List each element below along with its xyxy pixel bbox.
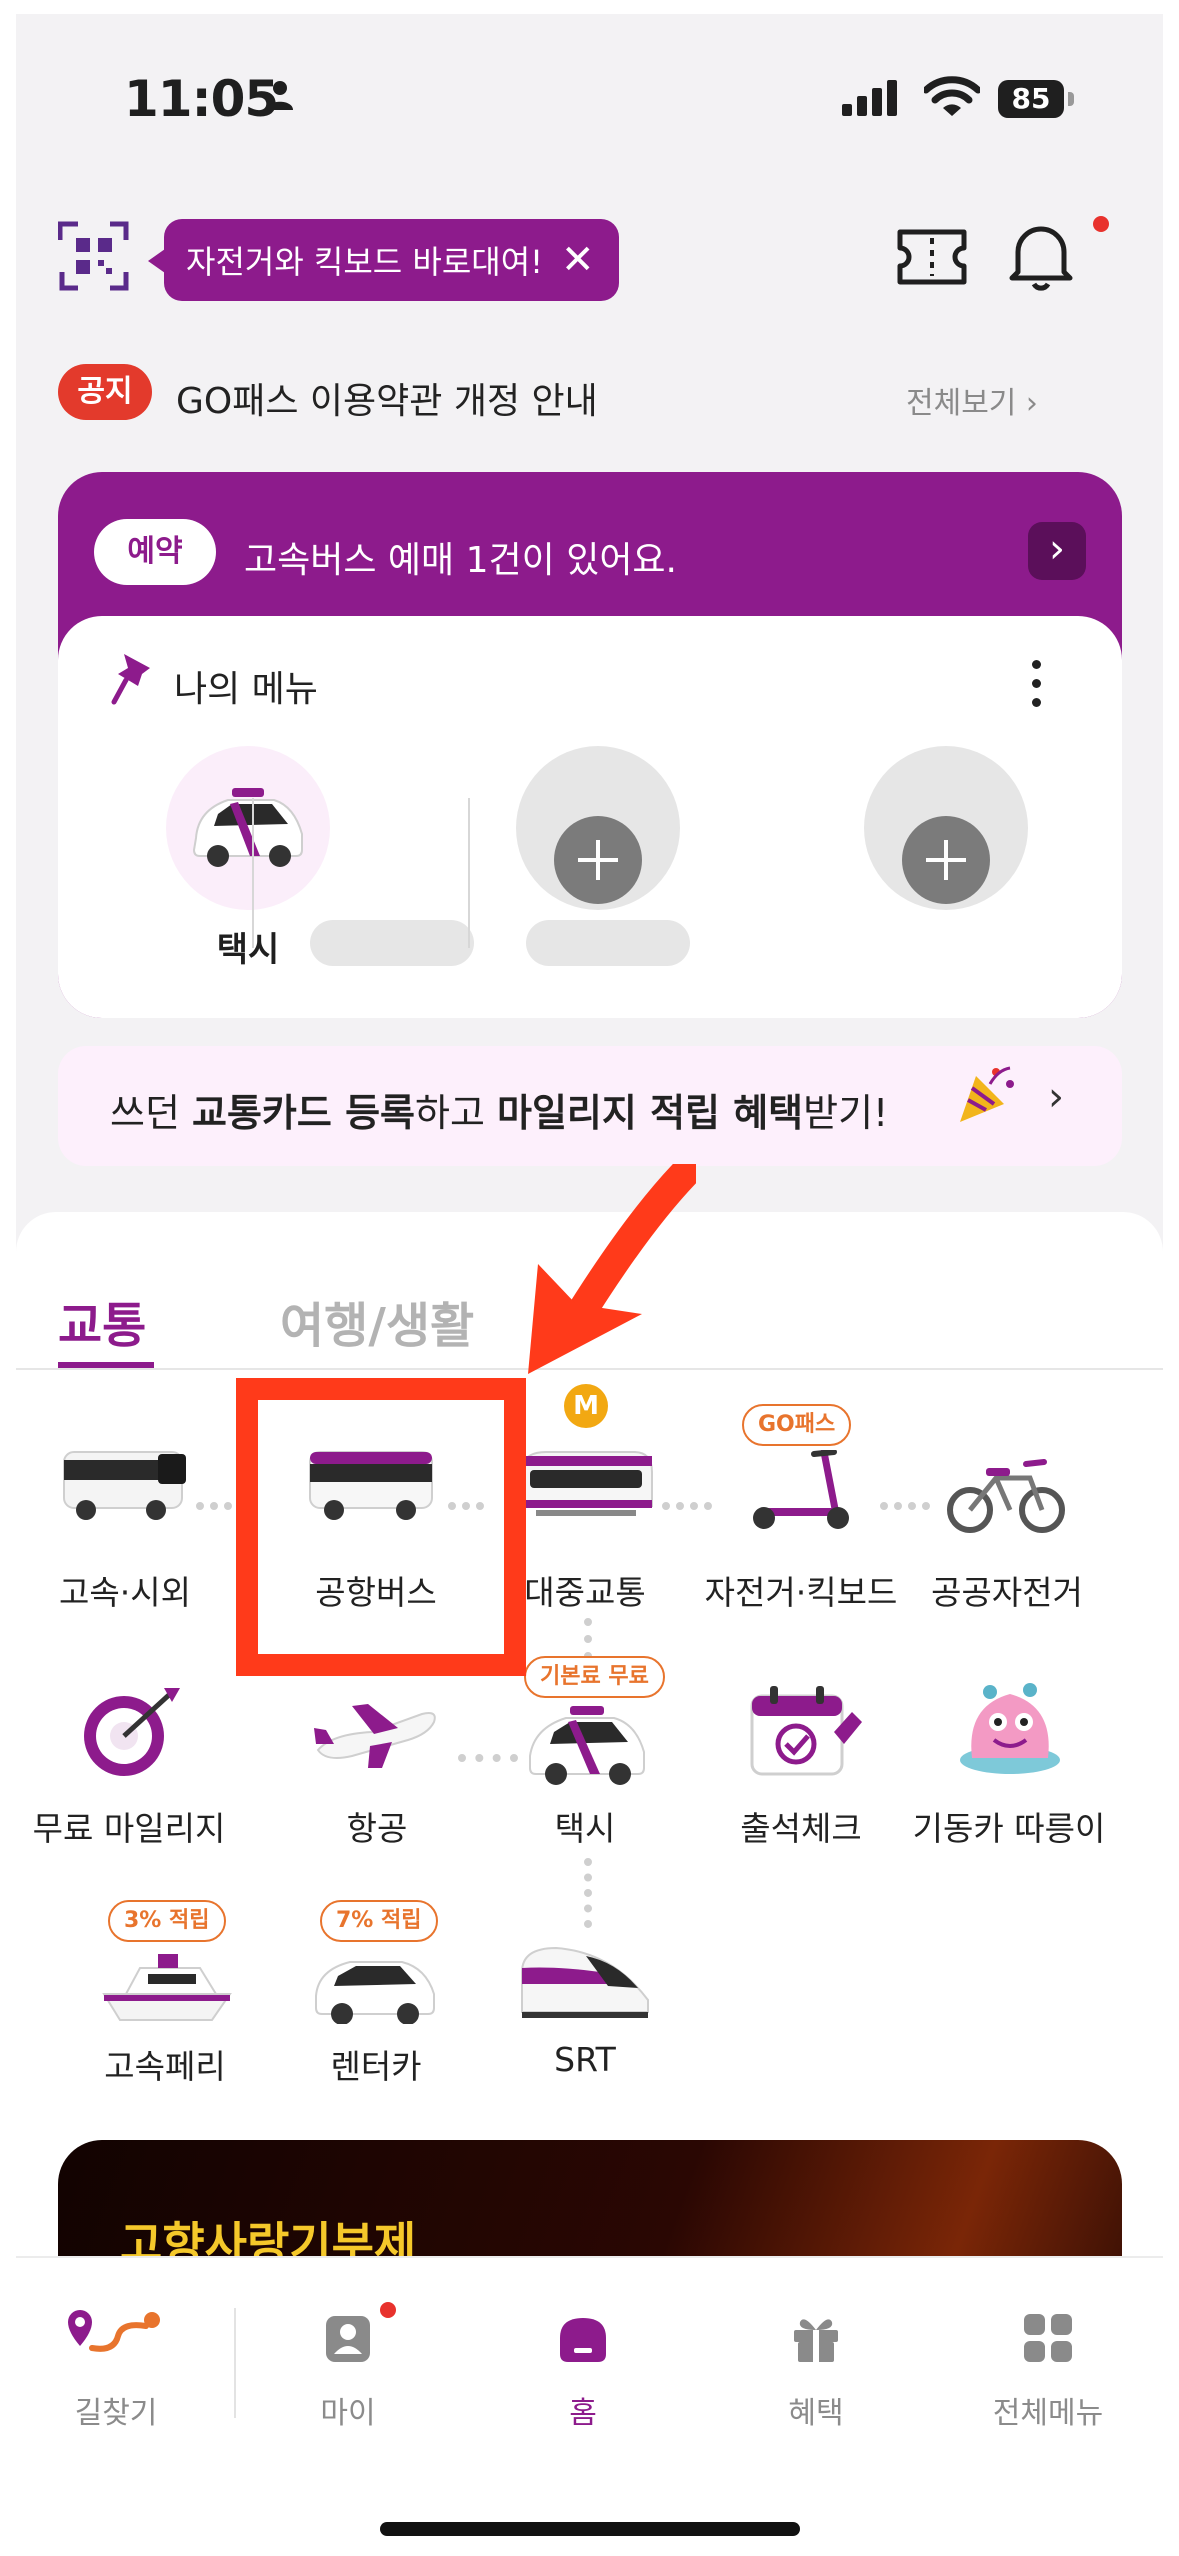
attendance-check-label: 출석체크 (740, 1809, 862, 1848)
party-popper-icon (960, 1066, 1014, 1122)
srt-button[interactable] (516, 1942, 656, 2030)
traffic-card-banner-arrow[interactable]: › (1048, 1074, 1064, 1120)
traffic-card-banner-text: 쓰던 교통카드 등록하고 마일리지 적립 혜택받기! (110, 1091, 889, 1135)
nav-all-menu-label[interactable]: 전체메뉴 (968, 2388, 1128, 2432)
gopass-tag: GO패스 (742, 1404, 852, 1446)
tab-transport[interactable]: 교통 (58, 1286, 146, 1356)
wifi-icon (924, 76, 980, 116)
my-notification-dot (380, 2302, 396, 2318)
kickboard-icon (753, 1448, 849, 1529)
bell-icon[interactable] (1006, 220, 1076, 292)
ferry-icon (102, 1954, 232, 2021)
status-time: 11:05 (124, 70, 279, 128)
person-icon (267, 81, 293, 110)
public-bike-label: 공공자전거 (931, 1573, 1083, 1612)
route-search-icon[interactable] (64, 2306, 168, 2362)
notice-text[interactable]: GO패스 이용약관 개정 안내 (176, 372, 598, 424)
home-indicator[interactable] (380, 2522, 800, 2536)
srt-train-icon (521, 1946, 649, 2018)
my-menu-title: 나의 메뉴 (174, 669, 318, 710)
notice-badge: 공지 (58, 364, 152, 420)
subway-train-icon (521, 1451, 653, 1516)
connector-dots (196, 1502, 232, 1510)
flight-label: 항공 (346, 1809, 408, 1848)
rental-reward-tag: 7% 적립 (320, 1900, 438, 1942)
express-bus-button[interactable] (60, 1446, 190, 1530)
bike-kickboard-button[interactable] (746, 1448, 856, 1538)
home-icon[interactable] (558, 2314, 608, 2364)
nav-route-search-label[interactable]: 길찾기 (36, 2388, 196, 2432)
my-menu-taxi-label: 택시 (216, 930, 280, 970)
attendance-check-button[interactable] (746, 1682, 866, 1786)
rental-car-button[interactable] (310, 1950, 440, 2028)
add-menu-button[interactable] (516, 746, 680, 910)
nav-my-label[interactable]: 마이 (268, 2388, 428, 2432)
battery-indicator: 85 (998, 80, 1064, 118)
add-menu-button[interactable] (864, 746, 1028, 910)
connector-dots (880, 1502, 930, 1510)
gift-icon[interactable] (790, 2312, 842, 2364)
rental-car-label: 렌터카 (330, 2047, 422, 2086)
taxi-button[interactable] (524, 1706, 650, 1790)
base-fee-free-tag: 기본료 무료 (524, 1656, 665, 1698)
public-bike-button[interactable] (946, 1450, 1066, 1538)
bicycle-icon (947, 1459, 1065, 1533)
connector-dots (584, 1618, 592, 1660)
taxi-icon (192, 788, 303, 867)
all-menu-grid-icon[interactable] (1022, 2312, 1074, 2364)
taxi-icon (529, 1706, 645, 1785)
phone-screen: 11:05 85 자전거와 킥보드 바로대여! ✕ 공지 GO패스 이용약관 개… (16, 14, 1163, 2542)
nav-separator (234, 2308, 236, 2418)
ferry-button[interactable] (100, 1944, 234, 2028)
notification-dot (1093, 216, 1109, 232)
ferry-reward-tag: 3% 적립 (108, 1900, 226, 1942)
express-bus-label: 고속·시외 (59, 1573, 191, 1612)
srt-label: SRT (554, 2040, 616, 2079)
close-icon[interactable]: ✕ (561, 240, 595, 280)
free-mileage-label: 무료 마일리지 (32, 1809, 226, 1848)
annotation-highlight-box (236, 1378, 526, 1676)
qr-scan-icon[interactable] (58, 220, 130, 292)
cellular-signal-icon (842, 80, 897, 116)
plus-icon (554, 816, 642, 904)
nav-home-label[interactable]: 홈 (503, 2388, 663, 2432)
calendar-check-icon (750, 1686, 862, 1776)
promo-text: 자전거와 킥보드 바로대여! (186, 243, 544, 281)
dartboard-icon (84, 1688, 180, 1776)
public-transit-button[interactable] (516, 1446, 656, 1530)
nav-benefits-label[interactable]: 혜택 (736, 2388, 896, 2432)
tab-travel-life[interactable]: 여행/생활 (280, 1286, 474, 1356)
connector-dots (662, 1502, 712, 1510)
taxi-label: 택시 (554, 1809, 616, 1848)
menu-divider (468, 798, 470, 948)
express-bus-icon (63, 1451, 186, 1520)
bike-kickboard-promo-tooltip[interactable]: 자전거와 킥보드 바로대여! ✕ (148, 219, 619, 301)
free-mileage-button[interactable] (68, 1680, 188, 1784)
connector-dots (458, 1754, 518, 1762)
reservation-text[interactable]: 고속버스 예매 1건이 있어요. (244, 531, 677, 583)
flight-button[interactable] (312, 1694, 442, 1778)
my-menu-taxi-button[interactable] (166, 746, 330, 910)
kidongka-button[interactable] (954, 1676, 1074, 1784)
plus-icon (902, 816, 990, 904)
annotation-arrow-icon (528, 1164, 696, 1374)
more-options-icon[interactable] (1032, 660, 1042, 707)
menu-divider (252, 798, 254, 948)
ticket-icon[interactable] (896, 228, 968, 286)
empty-menu-label-placeholder (526, 920, 690, 966)
pink-monster-character-icon (960, 1683, 1060, 1774)
connector-dots (584, 1858, 592, 1928)
rental-car-icon (315, 1961, 435, 2025)
reservation-badge: 예약 (94, 519, 216, 585)
profile-icon[interactable] (324, 2314, 372, 2364)
bike-kickboard-label: 자전거·킥보드 (704, 1573, 898, 1612)
airplane-icon (314, 1704, 436, 1768)
notice-view-all-link[interactable]: 전체보기 › (906, 378, 1038, 422)
empty-menu-label-placeholder (310, 920, 474, 966)
battery-tip (1068, 92, 1074, 106)
ferry-label: 고속페리 (104, 2047, 226, 2086)
reservation-arrow-button[interactable]: › (1028, 522, 1086, 580)
kidongka-label: 기동카 따릉이 (912, 1809, 1106, 1848)
pin-icon (111, 654, 150, 705)
